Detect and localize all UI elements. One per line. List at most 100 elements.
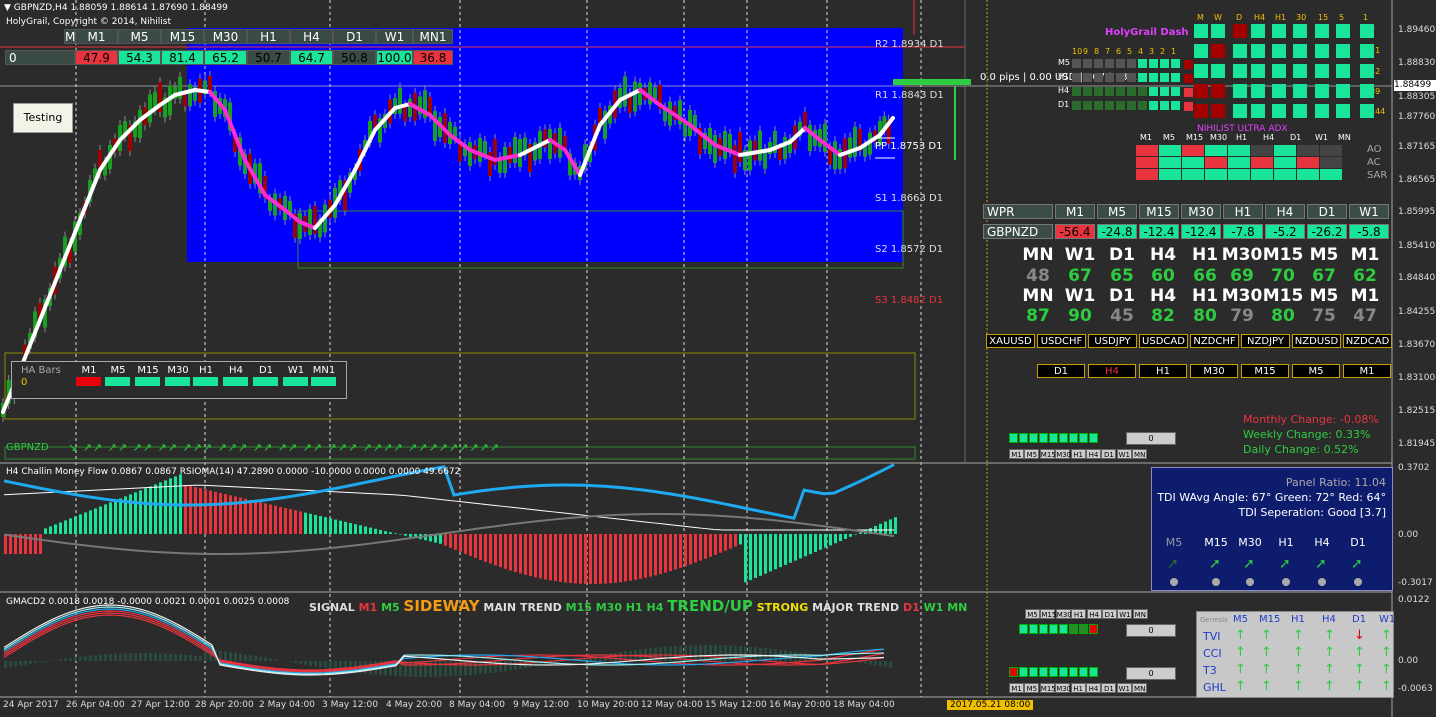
hg-mini-cell — [1083, 59, 1092, 68]
adx-cell — [1205, 169, 1227, 180]
gmacd-bar — [29, 661, 32, 664]
gmacd-bar — [89, 655, 92, 661]
gmacd-bar — [694, 645, 697, 661]
tf-button-m30[interactable]: M30 — [1190, 364, 1238, 378]
tf-button-h1[interactable]: H1 — [1139, 364, 1187, 378]
osc-bar — [439, 534, 442, 544]
sgrid-value-1: 65 — [1110, 266, 1134, 286]
hg-mini-cell — [1127, 59, 1136, 68]
mini-block — [1019, 433, 1028, 443]
osc-bar — [769, 534, 772, 572]
date-tick: 28 Apr 20:00 — [195, 700, 254, 710]
hg-side-cell — [1184, 74, 1193, 83]
gmacd-bar — [884, 661, 887, 668]
ha-label-h4: H4 — [229, 365, 243, 376]
hg-side-cell — [1184, 88, 1193, 97]
osc-tick: 0.00 — [1398, 530, 1419, 540]
pivot-r2: R2 1.8934 D1 — [875, 39, 944, 50]
hg-top-number: 5 — [1127, 47, 1133, 56]
hg-cell — [1272, 84, 1286, 98]
tdi-header-h1: H1 — [1278, 536, 1294, 549]
weekly-change: Weekly Change: 0.33% — [1243, 428, 1371, 441]
chart-ohlc: 1.88059 1.88614 1.87690 1.88499 — [70, 3, 228, 13]
candle — [148, 94, 152, 123]
tf-value-mn1: 36.8 — [413, 50, 453, 65]
tf-button-m15[interactable]: M15 — [1241, 364, 1289, 378]
symbol-button-nzdjpy[interactable]: NZDJPY — [1241, 334, 1290, 348]
arrow-up-icon: ↑ — [1261, 679, 1272, 694]
symbol-button-xauusd[interactable]: XAUUSD — [986, 334, 1035, 348]
major-d1: D1 — [902, 601, 920, 614]
hg-col-header: D — [1236, 13, 1243, 22]
hg-cell — [1211, 44, 1225, 58]
symbol-button-nzdusd[interactable]: NZDUSD — [1292, 334, 1341, 348]
osc-bar — [474, 534, 477, 558]
gmacd-bar — [444, 661, 447, 677]
mini-block — [1009, 433, 1018, 443]
osc-bar — [779, 534, 782, 568]
candle — [638, 83, 642, 105]
osc-bar — [314, 514, 317, 534]
adx-cell — [1297, 169, 1319, 180]
hg-cell — [1194, 84, 1208, 98]
symbol-button-usdchf[interactable]: USDCHF — [1037, 334, 1086, 348]
hg-side-cell — [1184, 102, 1193, 111]
arrow-up-icon: ↑ — [1354, 645, 1365, 660]
symbol-button-nzdchf[interactable]: NZDCHF — [1190, 334, 1239, 348]
osc-bar — [284, 508, 287, 534]
osc-bar — [789, 534, 792, 563]
arrow-up-icon: ↑ — [1235, 628, 1246, 643]
sgrid-value-2: 75 — [1312, 306, 1336, 326]
hg-cell — [1293, 104, 1307, 118]
gmacd-title: GMACD2 0.0018 0.0018 -0.0000 0.0021 0.00… — [6, 597, 290, 607]
tf-button-h4[interactable]: H4 — [1088, 364, 1136, 378]
symbol-button-usdjpy[interactable]: USDJPY — [1088, 334, 1137, 348]
hg-mini-cell — [1160, 101, 1169, 110]
tf-button-d1[interactable]: D1 — [1037, 364, 1085, 378]
gmacd-bar — [99, 654, 102, 661]
hg-row-header: D1 — [1058, 100, 1070, 109]
sgrid-value-2: 45 — [1110, 306, 1134, 326]
gmacd-bar — [329, 661, 332, 669]
signal-m1: M1 — [358, 601, 378, 614]
mini-block — [1059, 624, 1068, 634]
date-tick: 26 Apr 04:00 — [66, 700, 125, 710]
osc-bar — [534, 534, 537, 578]
mini-block — [1089, 433, 1098, 443]
chart-title: ▼ GBPNZD,H4 1.88059 1.88614 1.87690 1.88… — [4, 3, 228, 13]
tf-value-m15: 81.4 — [161, 50, 204, 65]
osc-bar — [794, 534, 797, 561]
symbol-button-nzdcad[interactable]: NZDCAD — [1343, 334, 1392, 348]
mini-label: M1 — [1009, 683, 1024, 693]
adx-cell — [1228, 145, 1250, 156]
chart-title-arrow-icon[interactable]: ▼ — [4, 3, 11, 13]
osc-bar — [299, 511, 302, 534]
hg-mini-cell — [1149, 73, 1158, 82]
hg-cell — [1360, 24, 1374, 38]
tf-button-m5[interactable]: M5 — [1292, 364, 1340, 378]
date-tick: 10 May 20:00 — [577, 700, 639, 710]
testing-button[interactable]: Testing — [13, 103, 73, 133]
hg-side-cell — [1184, 60, 1193, 69]
gmacd-bar — [124, 653, 127, 661]
hg-cell — [1211, 64, 1225, 78]
arrow-up-icon: ↑ — [1261, 628, 1272, 643]
gmacd-bar — [599, 655, 602, 661]
sgrid-value-1: 48 — [1026, 266, 1050, 286]
tf-button-m1[interactable]: M1 — [1343, 364, 1391, 378]
symbol-button-usdcad[interactable]: USDCAD — [1139, 334, 1188, 348]
sgrid-value-2: 79 — [1230, 306, 1254, 326]
osc-bar — [894, 517, 897, 534]
wpr-header: W1 — [1349, 204, 1389, 219]
osc-bar — [339, 520, 342, 534]
osc-bar — [539, 534, 542, 579]
osc-bar — [264, 503, 267, 534]
gmacd-bar — [14, 661, 17, 667]
ha-bars-value: 0 — [21, 377, 28, 388]
ha-bars-title: HA Bars — [21, 365, 61, 376]
hg-cell — [1272, 44, 1286, 58]
osc-bar — [654, 534, 657, 576]
osc-bar — [134, 492, 137, 534]
candle — [468, 142, 472, 166]
osc-bar — [694, 534, 697, 563]
